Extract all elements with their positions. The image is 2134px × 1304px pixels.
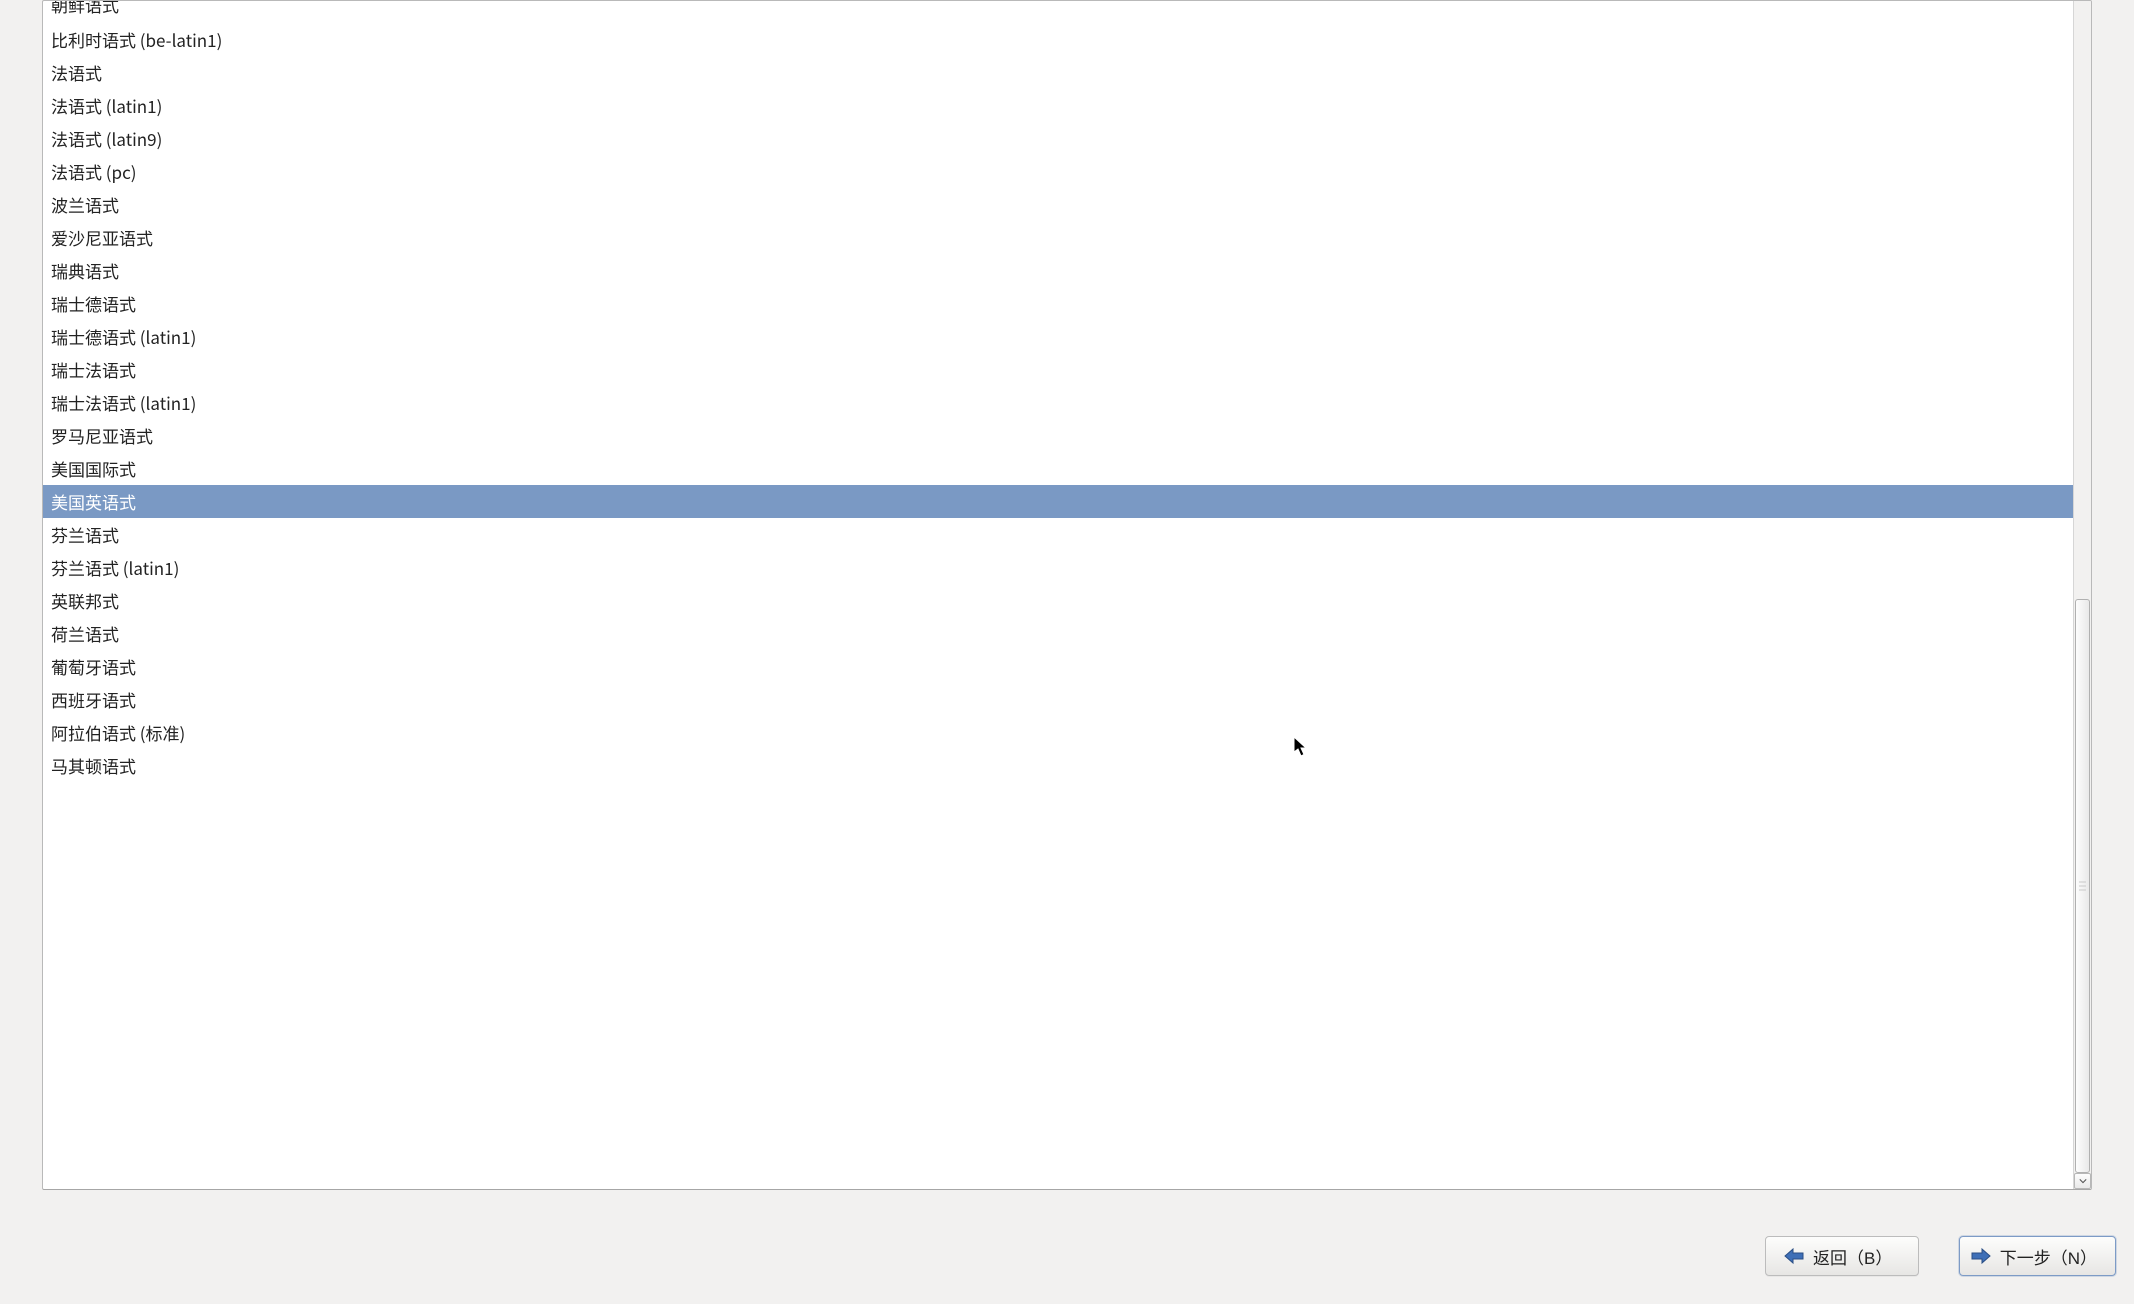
- list-item-label: 瑞士德语式: [51, 291, 136, 316]
- chevron-down-icon: [2079, 1177, 2087, 1185]
- list-item-label: 瑞士法语式 (latin1): [51, 390, 196, 415]
- scrollbar-thumb[interactable]: [2075, 599, 2090, 1173]
- list-item[interactable]: 马其顿语式: [43, 749, 2073, 782]
- list-item[interactable]: 瑞士德语式: [43, 287, 2073, 320]
- scrollbar-vertical[interactable]: [2073, 1, 2091, 1189]
- list-item[interactable]: 西班牙语式: [43, 683, 2073, 716]
- list-item[interactable]: 瑞士法语式: [43, 353, 2073, 386]
- list-item-label: 葡萄牙语式: [51, 654, 136, 679]
- list-item-label: 瑞士德语式 (latin1): [51, 324, 196, 349]
- list-item-label: 荷兰语式: [51, 621, 119, 646]
- list-item-label: 罗马尼亚语式: [51, 423, 153, 448]
- wizard-footer: 返回（B） 下一步（N）: [0, 1220, 2134, 1304]
- list-item-label: 马其顿语式: [51, 753, 136, 778]
- list-item[interactable]: 美国英语式: [43, 485, 2073, 518]
- keyboard-layout-listbox[interactable]: 朝鲜语式比利时语式 (be-latin1) 法语式法语式 (latin1) 法语式 …: [42, 0, 2092, 1190]
- list-item[interactable]: 比利时语式 (be-latin1): [43, 23, 2073, 56]
- back-button[interactable]: 返回（B）: [1765, 1236, 1919, 1276]
- scrollbar-thumb-grip-icon: [2079, 881, 2086, 890]
- list-item-label: 英联邦式: [51, 588, 119, 613]
- list-item[interactable]: 朝鲜语式: [43, 1, 2073, 23]
- list-item-label: 法语式: [51, 60, 102, 85]
- installer-window: 朝鲜语式比利时语式 (be-latin1) 法语式法语式 (latin1) 法语式 …: [0, 0, 2134, 1304]
- list-item-label: 西班牙语式: [51, 687, 136, 712]
- list-item[interactable]: 美国国际式: [43, 452, 2073, 485]
- list-item[interactable]: 阿拉伯语式 (标准): [43, 716, 2073, 749]
- list-item[interactable]: 法语式 (pc): [43, 155, 2073, 188]
- list-item-label: 美国英语式: [51, 489, 136, 514]
- list-item-label: 比利时语式 (be-latin1): [51, 27, 222, 52]
- next-button[interactable]: 下一步（N）: [1959, 1236, 2116, 1276]
- list-item[interactable]: 瑞士法语式 (latin1): [43, 386, 2073, 419]
- list-item-label: 芬兰语式 (latin1): [51, 555, 179, 580]
- list-item-label: 朝鲜语式: [51, 1, 119, 17]
- list-item[interactable]: 爱沙尼亚语式: [43, 221, 2073, 254]
- scrollbar-track[interactable]: [2074, 1, 2091, 1173]
- list-item-label: 瑞士法语式: [51, 357, 136, 382]
- list-item-label: 阿拉伯语式 (标准): [51, 720, 185, 745]
- list-item[interactable]: 芬兰语式 (latin1): [43, 551, 2073, 584]
- list-item-label: 芬兰语式: [51, 522, 119, 547]
- back-button-label: 返回（B）: [1813, 1244, 1892, 1269]
- scrollbar-down-button[interactable]: [2074, 1173, 2091, 1189]
- list-item[interactable]: 英联邦式: [43, 584, 2073, 617]
- list-item-label: 美国国际式: [51, 456, 136, 481]
- arrow-right-icon: [1970, 1247, 1992, 1265]
- list-item-label: 法语式 (pc): [51, 159, 137, 184]
- list-item-label: 爱沙尼亚语式: [51, 225, 153, 250]
- list-item-label: 波兰语式: [51, 192, 119, 217]
- list-item[interactable]: 法语式 (latin1): [43, 89, 2073, 122]
- list-item[interactable]: 葡萄牙语式: [43, 650, 2073, 683]
- content-area: 朝鲜语式比利时语式 (be-latin1) 法语式法语式 (latin1) 法语式 …: [0, 0, 2134, 1220]
- list-item[interactable]: 法语式: [43, 56, 2073, 89]
- listbox-viewport: 朝鲜语式比利时语式 (be-latin1) 法语式法语式 (latin1) 法语式 …: [43, 1, 2073, 1189]
- list-item[interactable]: 瑞士德语式 (latin1): [43, 320, 2073, 353]
- list-item-label: 法语式 (latin9): [51, 126, 162, 151]
- arrow-left-icon: [1783, 1247, 1805, 1265]
- list-item[interactable]: 法语式 (latin9): [43, 122, 2073, 155]
- list-item[interactable]: 荷兰语式: [43, 617, 2073, 650]
- list-item[interactable]: 波兰语式: [43, 188, 2073, 221]
- list-item[interactable]: 芬兰语式: [43, 518, 2073, 551]
- list-item-label: 法语式 (latin1): [51, 93, 162, 118]
- list-item[interactable]: 瑞典语式: [43, 254, 2073, 287]
- list-item[interactable]: 罗马尼亚语式: [43, 419, 2073, 452]
- next-button-label: 下一步（N）: [2000, 1244, 2097, 1269]
- list-item-label: 瑞典语式: [51, 258, 119, 283]
